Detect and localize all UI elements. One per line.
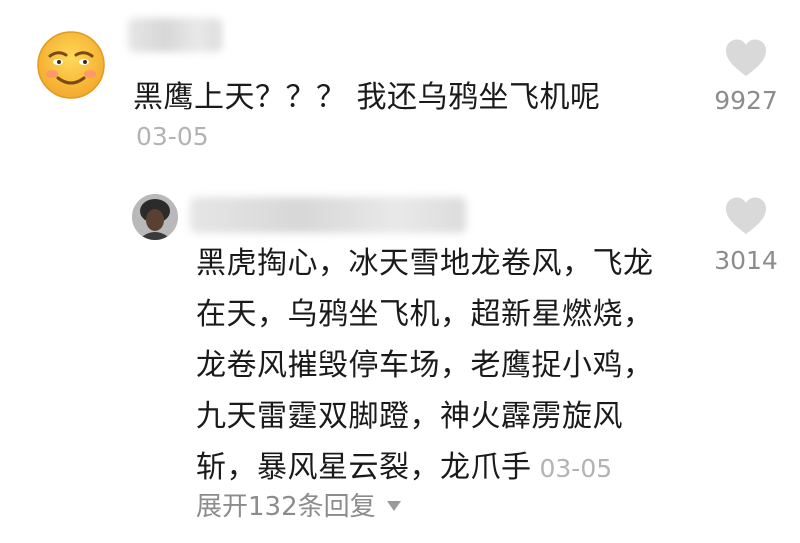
comment-text: 黑鹰上天？？？ 我还乌鸦坐飞机呢	[133, 80, 601, 115]
reply-like-count: 3014	[714, 246, 778, 275]
reply-text-line: 黑虎掏心，冰天雪地龙卷风，飞龙	[196, 246, 654, 281]
reply-text-line: 九天雷霆双脚蹬，神火霹雳旋风	[196, 399, 623, 434]
reply-date: 03-05	[539, 454, 613, 483]
reply-text: 黑虎掏心，冰天雪地龙卷风，飞龙 在天，乌鸦坐飞机，超新星燃烧， 龙卷风摧毁停车场…	[196, 238, 696, 493]
avatar[interactable]	[36, 30, 106, 100]
reply-like-button[interactable]: 3014	[706, 196, 786, 275]
expand-replies-label: 展开132条回复	[196, 492, 376, 522]
avatar-photo-icon	[132, 194, 178, 240]
heart-icon	[726, 197, 766, 234]
reply-avatar[interactable]	[132, 194, 178, 240]
reply-text-line: 斩，暴风星云裂，龙爪手	[196, 450, 532, 485]
heart-icon	[726, 39, 766, 76]
like-count: 9927	[714, 86, 778, 115]
like-button[interactable]: 9927	[706, 38, 786, 115]
smiley-face-icon	[37, 31, 105, 99]
comment-date: 03-05	[136, 122, 209, 151]
caret-down-icon	[386, 500, 401, 511]
expand-replies-button[interactable]: 展开132条回复	[196, 486, 402, 523]
reply-text-line: 龙卷风摧毁停车场，老鹰捉小鸡，	[196, 348, 654, 383]
reply-username-blurred[interactable]	[190, 197, 466, 233]
username-blurred[interactable]	[128, 18, 222, 52]
reply-text-line: 在天，乌鸦坐飞机，超新星燃烧，	[196, 297, 654, 332]
